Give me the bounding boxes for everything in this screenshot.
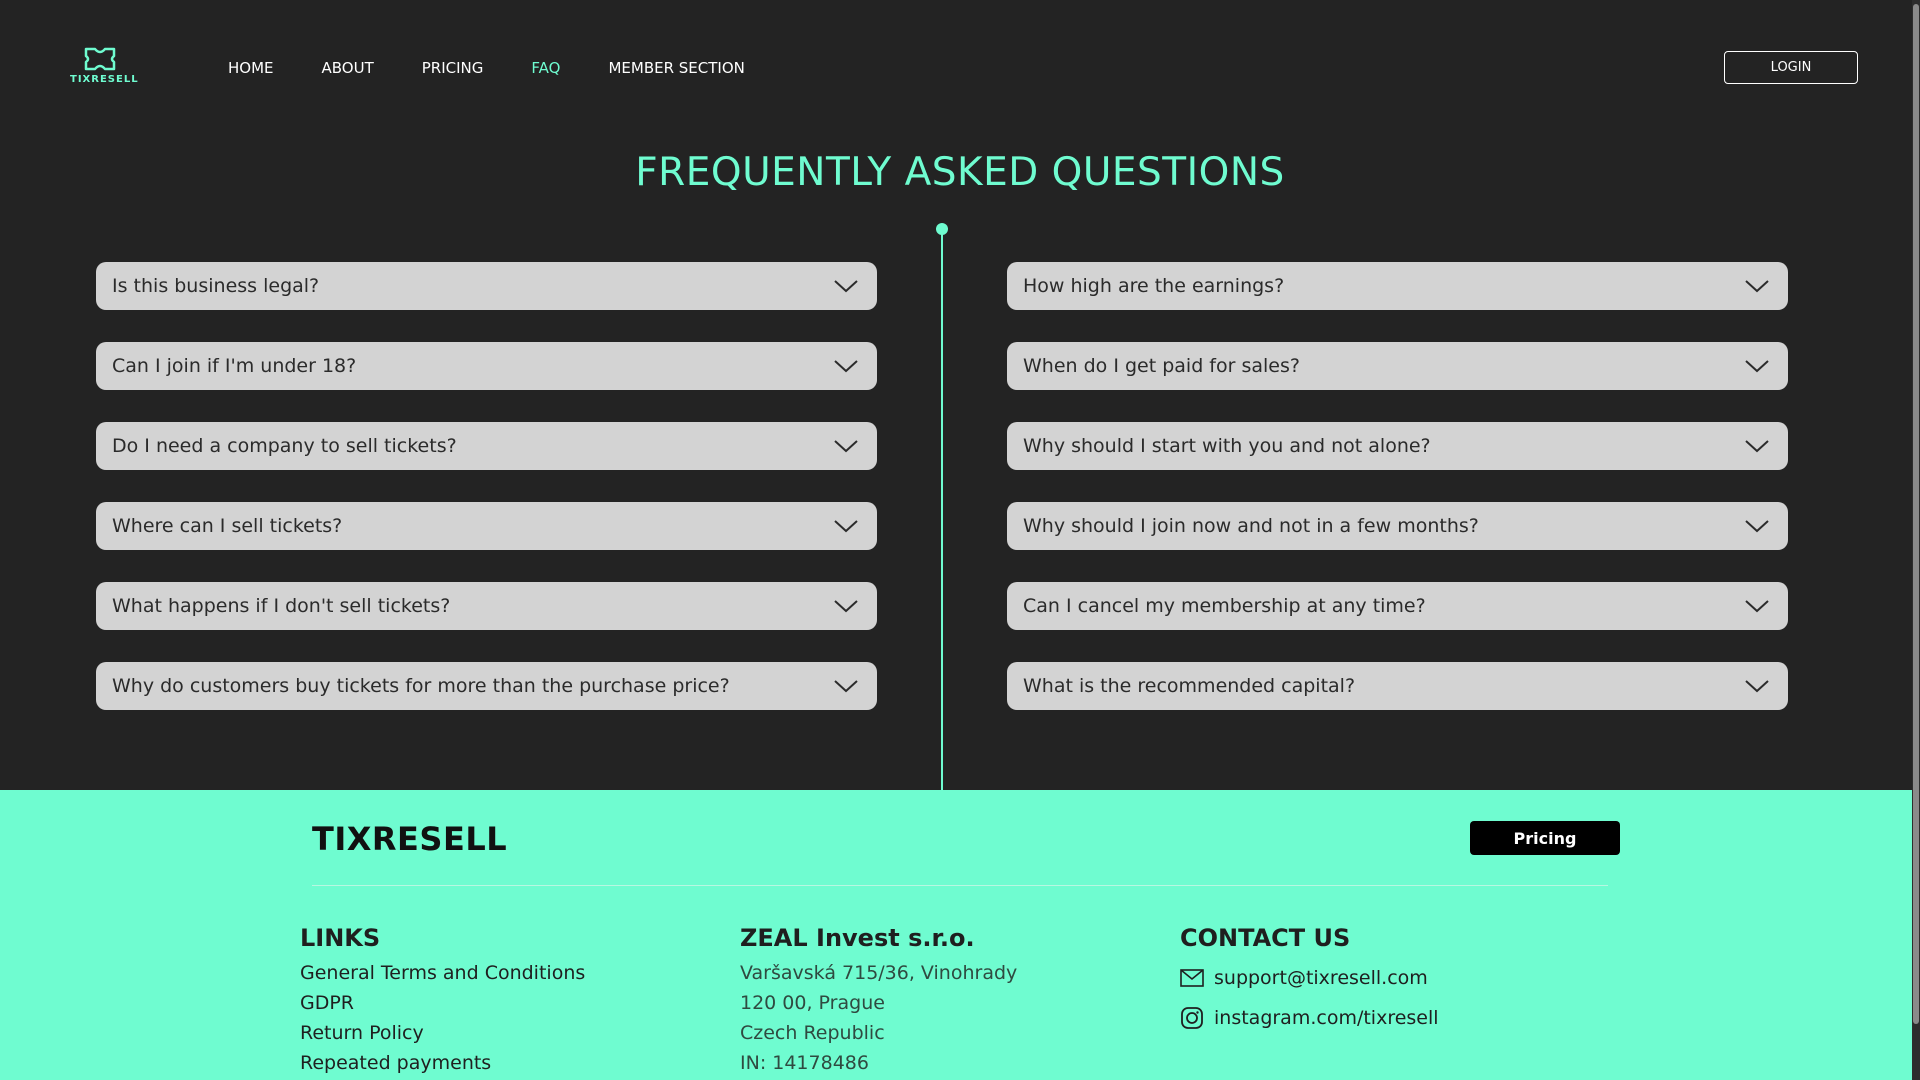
contact-email[interactable]: support@tixresell.com [1180,958,1439,998]
company-id: IN: 14178486 [740,1052,869,1074]
nav-home[interactable]: HOME [228,59,274,77]
instagram-icon [1181,1007,1203,1029]
logo-text: TIXRESELL [70,74,139,85]
faq-left-column: Is this business legal? Can I join if I'… [96,262,877,742]
chevron-down-icon [1745,360,1769,373]
faq-item[interactable]: Why do customers buy tickets for more th… [96,662,877,710]
pricing-button[interactable]: Pricing [1470,821,1620,855]
faq-question: Is this business legal? [112,275,320,297]
faq-item[interactable]: What happens if I don't sell tickets? [96,582,877,630]
contact-instagram[interactable]: instagram.com/tixresell [1180,998,1439,1038]
faq-question: What happens if I don't sell tickets? [112,595,451,617]
faq-question: Why do customers buy tickets for more th… [112,675,730,697]
chevron-down-icon [1745,280,1769,293]
ticket-logo-icon [84,47,116,71]
faq-item[interactable]: Is this business legal? [96,262,877,310]
faq-question: Can I join if I'm under 18? [112,355,357,377]
chevron-down-icon [1745,440,1769,453]
nav-pricing[interactable]: PRICING [422,59,484,77]
faq-item[interactable]: What is the recommended capital? [1007,662,1788,710]
link-gdpr[interactable]: GDPR [300,988,585,1018]
logo[interactable]: TIXRESELL [70,46,139,92]
chevron-down-icon [834,680,858,693]
link-repeated-payments[interactable]: Repeated payments [300,1048,585,1078]
faq-question: What is the recommended capital? [1023,675,1356,697]
faq-item[interactable]: When do I get paid for sales? [1007,342,1788,390]
links-heading: LINKS [300,924,381,952]
faq-item[interactable]: Why should I start with you and not alon… [1007,422,1788,470]
chevron-down-icon [834,440,858,453]
footer-contact-column: CONTACT US support@tixresell.com instagr… [1180,924,1439,1038]
chevron-down-icon [834,600,858,613]
faq-item[interactable]: Where can I sell tickets? [96,502,877,550]
faq-item[interactable]: Why should I join now and not in a few m… [1007,502,1788,550]
faq-item[interactable]: Do I need a company to sell tickets? [96,422,877,470]
link-return-policy[interactable]: Return Policy [300,1018,585,1048]
footer-brand: TIXRESELL [312,820,508,858]
chevron-down-icon [1745,520,1769,533]
scrollbar-thumb[interactable] [1913,4,1919,1024]
faq-right-column: How high are the earnings? When do I get… [1007,262,1788,742]
faq-question: Can I cancel my membership at any time? [1023,595,1426,617]
mail-icon [1180,969,1204,987]
footer-divider [312,885,1608,886]
company-address: Varšavská 715/36, Vinohrady [740,962,1018,984]
center-divider [941,229,943,791]
footer-company-column: ZEAL Invest s.r.o. Varšavská 715/36, Vin… [740,924,1017,1078]
site-header: TIXRESELL HOME ABOUT PRICING FAQ MEMBER … [0,0,1920,140]
company-city: 120 00, Prague [740,992,885,1014]
chevron-down-icon [1745,600,1769,613]
faq-question: How high are the earnings? [1023,275,1285,297]
faq-item[interactable]: Can I cancel my membership at any time? [1007,582,1788,630]
faq-question: Why should I join now and not in a few m… [1023,515,1479,537]
company-heading: ZEAL Invest s.r.o. [740,924,975,952]
nav-faq[interactable]: FAQ [531,59,560,77]
email-text: support@tixresell.com [1214,967,1428,989]
faq-question: Where can I sell tickets? [112,515,343,537]
login-button[interactable]: LOGIN [1724,51,1858,84]
contact-heading: CONTACT US [1180,924,1351,952]
company-country: Czech Republic [740,1022,885,1044]
chevron-down-icon [834,360,858,373]
chevron-down-icon [1745,680,1769,693]
faq-question: Why should I start with you and not alon… [1023,435,1431,457]
faq-question: When do I get paid for sales? [1023,355,1300,377]
nav-member-section[interactable]: MEMBER SECTION [608,59,744,77]
nav-about[interactable]: ABOUT [322,59,374,77]
site-footer: TIXRESELL Pricing LINKS General Terms an… [0,790,1920,1080]
faq-question: Do I need a company to sell tickets? [112,435,457,457]
faq-item[interactable]: Can I join if I'm under 18? [96,342,877,390]
chevron-down-icon [834,280,858,293]
footer-links-column: LINKS General Terms and Conditions GDPR … [300,924,585,1078]
instagram-text: instagram.com/tixresell [1214,1007,1439,1029]
link-terms[interactable]: General Terms and Conditions [300,958,585,988]
page-title: FREQUENTLY ASKED QUESTIONS [635,150,1285,195]
faq-item[interactable]: How high are the earnings? [1007,262,1788,310]
main-nav: HOME ABOUT PRICING FAQ MEMBER SECTION [228,59,793,77]
chevron-down-icon [834,520,858,533]
